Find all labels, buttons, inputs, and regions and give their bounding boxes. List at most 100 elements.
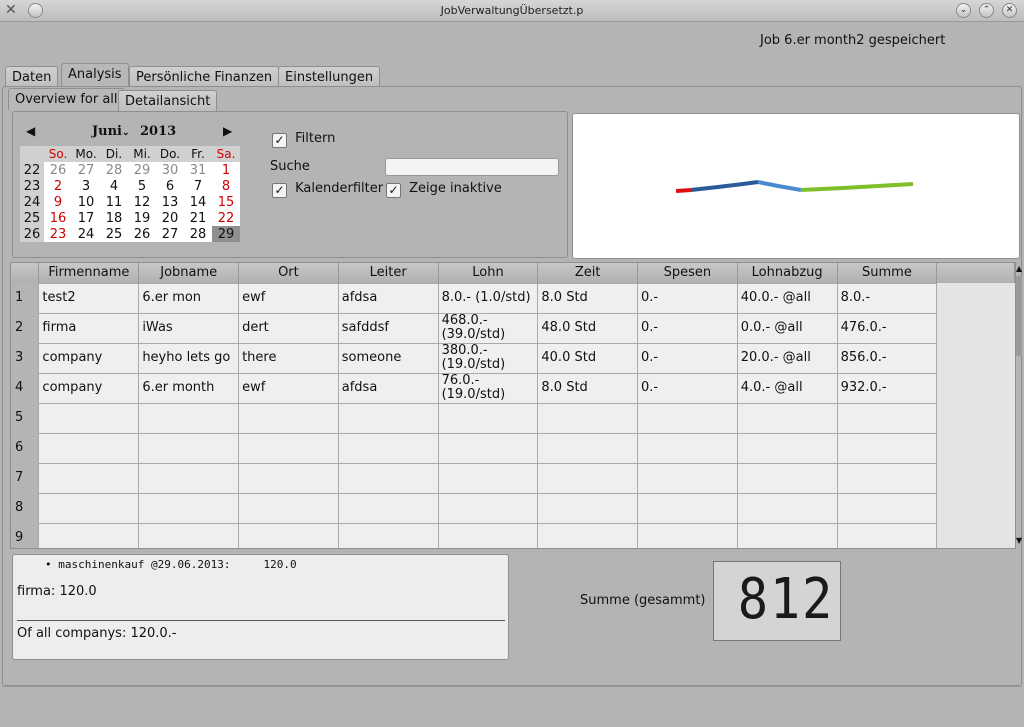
table-cell[interactable] — [537, 402, 639, 434]
table-cell[interactable] — [437, 462, 539, 494]
calendar-day[interactable]: 3 — [72, 178, 100, 194]
calendar-day[interactable]: 20 — [156, 210, 184, 226]
table-cell[interactable] — [836, 462, 938, 494]
column-header[interactable]: Leiter — [338, 263, 439, 283]
column-header[interactable]: Jobname — [138, 263, 240, 283]
tab-overview-for-all[interactable]: Overview for all — [8, 88, 125, 110]
table-cell[interactable]: afdsa — [337, 282, 439, 314]
calendar-day[interactable]: 25 — [100, 226, 128, 242]
calendar-filter-row[interactable]: ✓ Kalenderfilter — [272, 181, 383, 198]
calendar-day[interactable]: 18 — [100, 210, 128, 226]
scroll-up-icon[interactable]: ▲ — [1016, 264, 1022, 273]
vertical-scrollbar[interactable]: ▲ ▼ — [1015, 264, 1024, 547]
table-cell[interactable]: 380.0.- (19.0/std) — [437, 342, 539, 374]
table-cell[interactable]: firma — [38, 312, 140, 344]
prev-month-icon[interactable]: ◀ — [26, 124, 35, 138]
filter-checkbox-row[interactable]: ✓ Filtern — [272, 131, 335, 148]
filter-checkbox[interactable]: ✓ — [272, 133, 287, 148]
table-cell[interactable]: 8.0.- (1.0/std) — [437, 282, 539, 314]
table-cell[interactable]: there — [238, 342, 339, 374]
table-cell[interactable]: 8.0.- — [836, 282, 938, 314]
calendar-filter-checkbox[interactable]: ✓ — [272, 183, 287, 198]
table-cell[interactable] — [637, 522, 738, 548]
table-cell[interactable] — [337, 492, 439, 524]
tab-daten[interactable]: Daten — [5, 66, 59, 87]
calendar-day[interactable]: 6 — [156, 178, 184, 194]
calendar-day[interactable]: 30 — [156, 162, 184, 178]
table-cell[interactable]: heyho lets go — [138, 342, 240, 374]
row-number[interactable]: 2 — [11, 313, 39, 343]
calendar-day[interactable]: 8 — [212, 178, 240, 194]
tab-detailansicht[interactable]: Detailansicht — [118, 90, 218, 111]
table-cell[interactable]: 8.0 Std — [537, 372, 639, 404]
calendar-day[interactable]: 26 — [44, 162, 72, 178]
calendar-day[interactable]: 16 — [44, 210, 72, 226]
table-cell[interactable]: 476.0.- — [836, 312, 938, 344]
table-cell[interactable] — [836, 522, 938, 548]
table-cell[interactable]: test2 — [38, 282, 140, 314]
table-cell[interactable] — [238, 522, 339, 548]
calendar-day[interactable]: 12 — [128, 194, 156, 210]
tab-einstellungen[interactable]: Einstellungen — [278, 66, 381, 87]
column-header[interactable]: Zeit — [537, 263, 639, 283]
table-cell[interactable] — [138, 522, 240, 548]
table-cell[interactable]: ewf — [238, 372, 339, 404]
table-cell[interactable] — [38, 492, 140, 524]
table-row[interactable]: 6 — [11, 432, 1015, 464]
table-cell[interactable]: 0.- — [637, 372, 738, 404]
table-cell[interactable]: 76.0.- (19.0/std) — [437, 372, 539, 404]
table-cell[interactable] — [736, 492, 838, 524]
calendar-day[interactable]: 22 — [212, 210, 240, 226]
close-icon[interactable]: ✕ — [1002, 3, 1017, 18]
scroll-down-icon[interactable]: ▼ — [1016, 536, 1022, 545]
table-cell[interactable] — [238, 432, 339, 464]
calendar-day[interactable]: 2 — [44, 178, 72, 194]
calendar-day[interactable]: 7 — [184, 178, 212, 194]
table-cell[interactable]: safddsf — [337, 312, 439, 344]
month-selector[interactable]: Juni⌄ — [92, 124, 130, 139]
row-number[interactable]: 5 — [11, 403, 39, 433]
calendar-day[interactable]: 5 — [128, 178, 156, 194]
row-number[interactable]: 4 — [11, 373, 39, 403]
table-cell[interactable] — [437, 522, 539, 548]
table-cell[interactable] — [138, 492, 240, 524]
table-cell[interactable] — [736, 432, 838, 464]
table-cell[interactable] — [337, 522, 439, 548]
row-number[interactable]: 9 — [11, 523, 39, 548]
column-header[interactable]: Spesen — [637, 263, 738, 283]
table-cell[interactable] — [537, 492, 639, 524]
year-selector[interactable]: 2013 — [140, 124, 176, 139]
table-cell[interactable] — [736, 402, 838, 434]
table-cell[interactable]: someone — [337, 342, 439, 374]
scroll-thumb[interactable] — [1016, 276, 1022, 356]
calendar-day[interactable]: 17 — [72, 210, 100, 226]
tab-analysis[interactable]: Analysis — [61, 63, 129, 86]
next-month-icon[interactable]: ▶ — [223, 124, 232, 138]
table-cell[interactable]: 20.0.- @all — [736, 342, 838, 374]
table-cell[interactable] — [736, 462, 838, 494]
table-row[interactable]: 5 — [11, 402, 1015, 434]
calendar-day[interactable]: 19 — [128, 210, 156, 226]
table-cell[interactable]: 468.0.- (39.0/std) — [437, 312, 539, 344]
table-cell[interactable] — [138, 462, 240, 494]
calendar-day[interactable]: 1 — [212, 162, 240, 178]
column-header[interactable]: Firmenname — [38, 263, 140, 283]
calendar-day[interactable]: 10 — [72, 194, 100, 210]
table-cell[interactable]: 48.0 Std — [537, 312, 639, 344]
table-cell[interactable] — [736, 522, 838, 548]
table-row[interactable]: 2 firma iWas dert safddsf 468.0.- (39.0/std) 4… — [11, 312, 1015, 344]
table-row[interactable]: 7 — [11, 462, 1015, 494]
table-cell[interactable] — [238, 462, 339, 494]
row-number[interactable]: 7 — [11, 463, 39, 493]
table-cell[interactable] — [537, 522, 639, 548]
table-cell[interactable] — [337, 402, 439, 434]
table-cell[interactable]: 6.er mon — [138, 282, 240, 314]
calendar-day[interactable]: 4 — [100, 178, 128, 194]
minimize-icon[interactable]: ⌄ — [956, 3, 971, 18]
table-cell[interactable]: 0.- — [637, 282, 738, 314]
table-cell[interactable]: 932.0.- — [836, 372, 938, 404]
table-row[interactable]: 1 test2 6.er mon ewf afdsa 8.0.- (1.0/std) 8.0… — [11, 282, 1015, 314]
table-cell[interactable] — [836, 432, 938, 464]
calendar-day[interactable]: 24 — [72, 226, 100, 242]
calendar-day[interactable]: 9 — [44, 194, 72, 210]
